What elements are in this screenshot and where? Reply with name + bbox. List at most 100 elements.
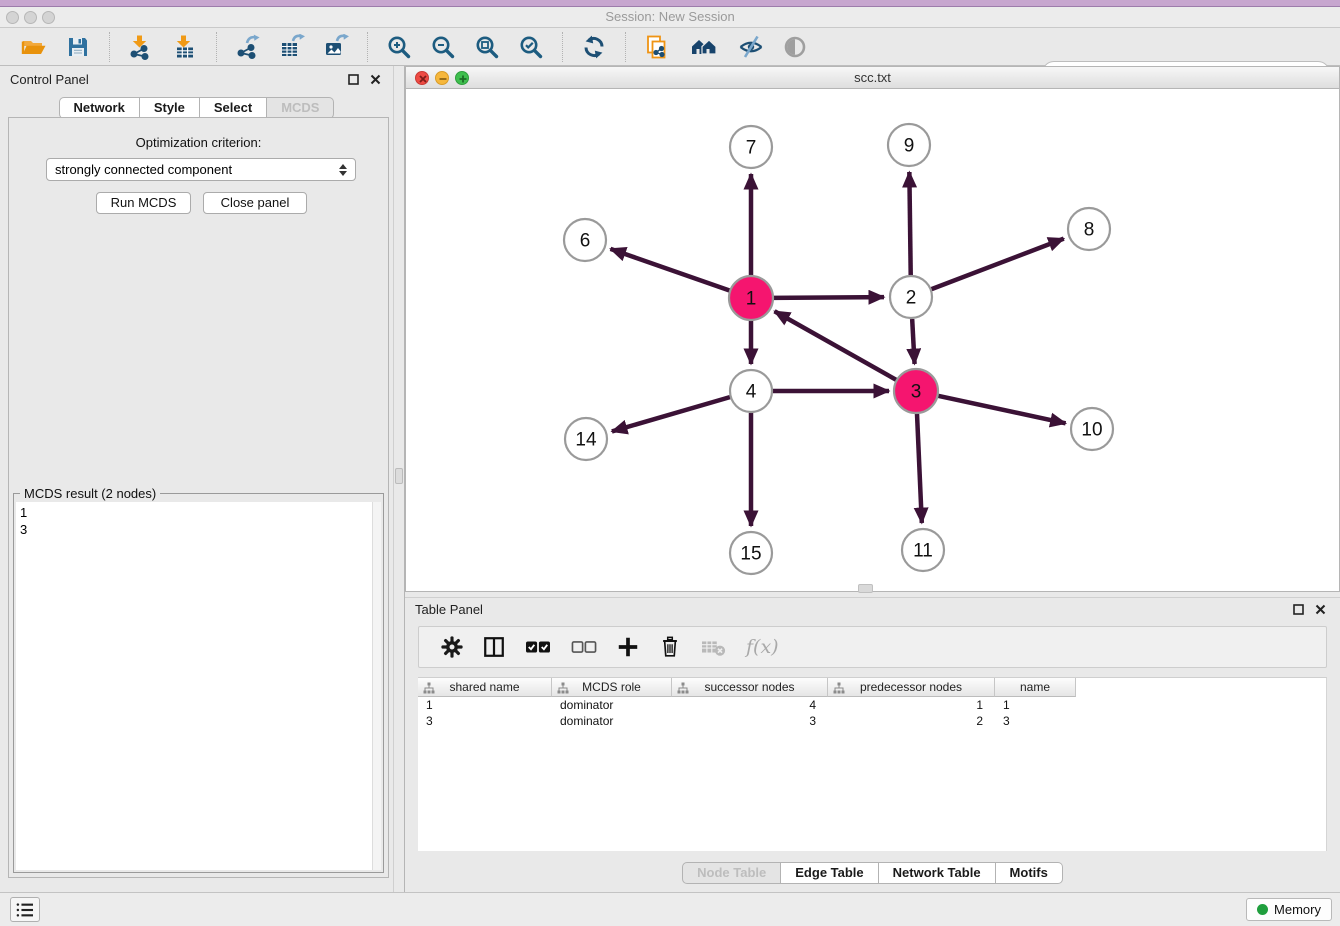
network-graph-canvas[interactable]: 7 9 6 8 1 2 4 3 14 10 15 11 [406, 89, 1339, 591]
tab-style[interactable]: Style [140, 97, 200, 119]
deselect-all-icon[interactable] [570, 633, 598, 661]
tab-select[interactable]: Select [200, 97, 267, 119]
export-table-icon[interactable] [278, 33, 306, 61]
select-all-icon[interactable] [524, 633, 552, 661]
table-cell[interactable]: 3 [995, 713, 1076, 729]
optimization-criterion-select[interactable]: strongly connected component [46, 158, 356, 181]
graph-edge-3-1[interactable] [775, 311, 897, 380]
graph-edge-3-10[interactable] [938, 396, 1066, 424]
optimization-criterion-value: strongly connected component [55, 162, 339, 177]
graph-edge-2-9[interactable] [909, 172, 910, 275]
app-close-button[interactable] [6, 11, 19, 24]
table-row[interactable]: 1dominator411 [418, 697, 1326, 713]
control-panel-close-icon[interactable] [369, 73, 381, 85]
node-table-body: 1dominator4113dominator323 [418, 697, 1326, 729]
graph-edge-1-6[interactable] [610, 249, 730, 291]
table-cell[interactable]: 1 [995, 697, 1076, 713]
export-network-icon[interactable] [234, 33, 262, 61]
memory-button[interactable]: Memory [1246, 898, 1332, 921]
open-session-icon[interactable] [20, 33, 48, 61]
clone-network-icon[interactable] [643, 33, 671, 61]
table-cell[interactable]: 1 [828, 697, 995, 713]
graph-node-15[interactable]: 15 [730, 532, 772, 574]
add-column-icon[interactable] [616, 633, 640, 661]
tab-edge-table[interactable]: Edge Table [781, 862, 878, 884]
tab-network[interactable]: Network [59, 97, 140, 119]
app-zoom-button[interactable] [42, 11, 55, 24]
svg-text:1: 1 [746, 289, 757, 310]
show-columns-icon[interactable] [482, 633, 506, 661]
graph-node-1[interactable]: 1 [729, 276, 773, 320]
graph-node-6[interactable]: 6 [564, 219, 606, 261]
zoom-out-icon[interactable] [429, 33, 457, 61]
table-cell[interactable]: 4 [672, 697, 828, 713]
column-header-successor-nodes[interactable]: successor nodes [672, 678, 828, 697]
column-header-predecessor-nodes[interactable]: predecessor nodes [828, 678, 995, 697]
horizontal-splitter-handle[interactable] [858, 584, 873, 593]
zoom-in-icon[interactable] [385, 33, 413, 61]
graph-edge-4-14[interactable] [612, 397, 730, 431]
control-panel-float-icon[interactable] [347, 73, 359, 85]
table-settings-gear-icon[interactable] [440, 633, 464, 661]
run-mcds-button[interactable]: Run MCDS [96, 192, 191, 214]
graph-node-10[interactable]: 10 [1071, 408, 1113, 450]
app-titlebar: Session: New Session [0, 7, 1340, 28]
zoom-selected-icon[interactable] [517, 33, 545, 61]
zoom-fit-icon[interactable] [473, 33, 501, 61]
graph-node-4[interactable]: 4 [730, 370, 772, 412]
column-header-name[interactable]: name [995, 678, 1076, 697]
graph-node-14[interactable]: 14 [565, 418, 607, 460]
graph-node-3[interactable]: 3 [894, 369, 938, 413]
app-minimize-button[interactable] [24, 11, 37, 24]
delete-column-trash-icon[interactable] [658, 633, 682, 661]
table-cell[interactable]: dominator [552, 697, 672, 713]
mcds-result-text[interactable]: 1 3 [16, 502, 372, 870]
show-networks-icon[interactable] [687, 33, 721, 61]
network-close-button[interactable] [415, 71, 429, 85]
column-type-icon [557, 682, 569, 697]
toolbar-separator [625, 32, 626, 62]
main-toolbar [0, 28, 1340, 66]
export-image-icon[interactable] [322, 33, 350, 61]
table-panel: Table Panel f(x) shared nameMCDS rolesuc… [405, 597, 1340, 892]
graph-edge-2-3[interactable] [912, 319, 914, 364]
network-maximize-button[interactable] [455, 71, 469, 85]
table-cell[interactable]: 2 [828, 713, 995, 729]
svg-text:8: 8 [1084, 220, 1095, 241]
graph-node-11[interactable]: 11 [902, 529, 944, 571]
mcds-result-scrollbar[interactable] [372, 502, 381, 870]
graph-node-8[interactable]: 8 [1068, 208, 1110, 250]
column-header-MCDS-role[interactable]: MCDS role [552, 678, 672, 697]
graph-edge-1-2[interactable] [773, 297, 884, 298]
graph-node-7[interactable]: 7 [730, 126, 772, 168]
graph-edge-2-8[interactable] [932, 239, 1064, 290]
column-header-shared-name[interactable]: shared name [418, 678, 552, 697]
tab-node-table[interactable]: Node Table [682, 862, 781, 884]
table-panel-float-icon[interactable] [1292, 603, 1304, 615]
graph-edge-3-11[interactable] [917, 413, 922, 523]
close-panel-button[interactable]: Close panel [203, 192, 307, 214]
table-cell[interactable]: 3 [672, 713, 828, 729]
tab-motifs[interactable]: Motifs [996, 862, 1063, 884]
import-network-icon[interactable] [127, 33, 155, 61]
network-minimize-button[interactable] [435, 71, 449, 85]
toggle-details-eye-icon[interactable] [737, 33, 765, 61]
graph-node-2[interactable]: 2 [890, 276, 932, 318]
tab-mcds[interactable]: MCDS [267, 97, 334, 119]
table-cell[interactable]: 3 [418, 713, 552, 729]
refresh-icon[interactable] [580, 33, 608, 61]
vertical-splitter-handle[interactable] [395, 468, 403, 484]
table-toolbar: f(x) [418, 626, 1327, 668]
control-panel-title: Control Panel [10, 72, 89, 87]
table-panel-close-icon[interactable] [1314, 603, 1326, 615]
save-session-icon[interactable] [64, 33, 92, 61]
list-icon [15, 902, 35, 918]
table-cell[interactable]: 1 [418, 697, 552, 713]
tab-network-table[interactable]: Network Table [879, 862, 996, 884]
vertical-splitter[interactable] [393, 66, 405, 892]
table-row[interactable]: 3dominator323 [418, 713, 1326, 729]
table-cell[interactable]: dominator [552, 713, 672, 729]
task-history-button[interactable] [10, 897, 40, 922]
graph-node-9[interactable]: 9 [888, 124, 930, 166]
import-table-icon[interactable] [171, 33, 199, 61]
